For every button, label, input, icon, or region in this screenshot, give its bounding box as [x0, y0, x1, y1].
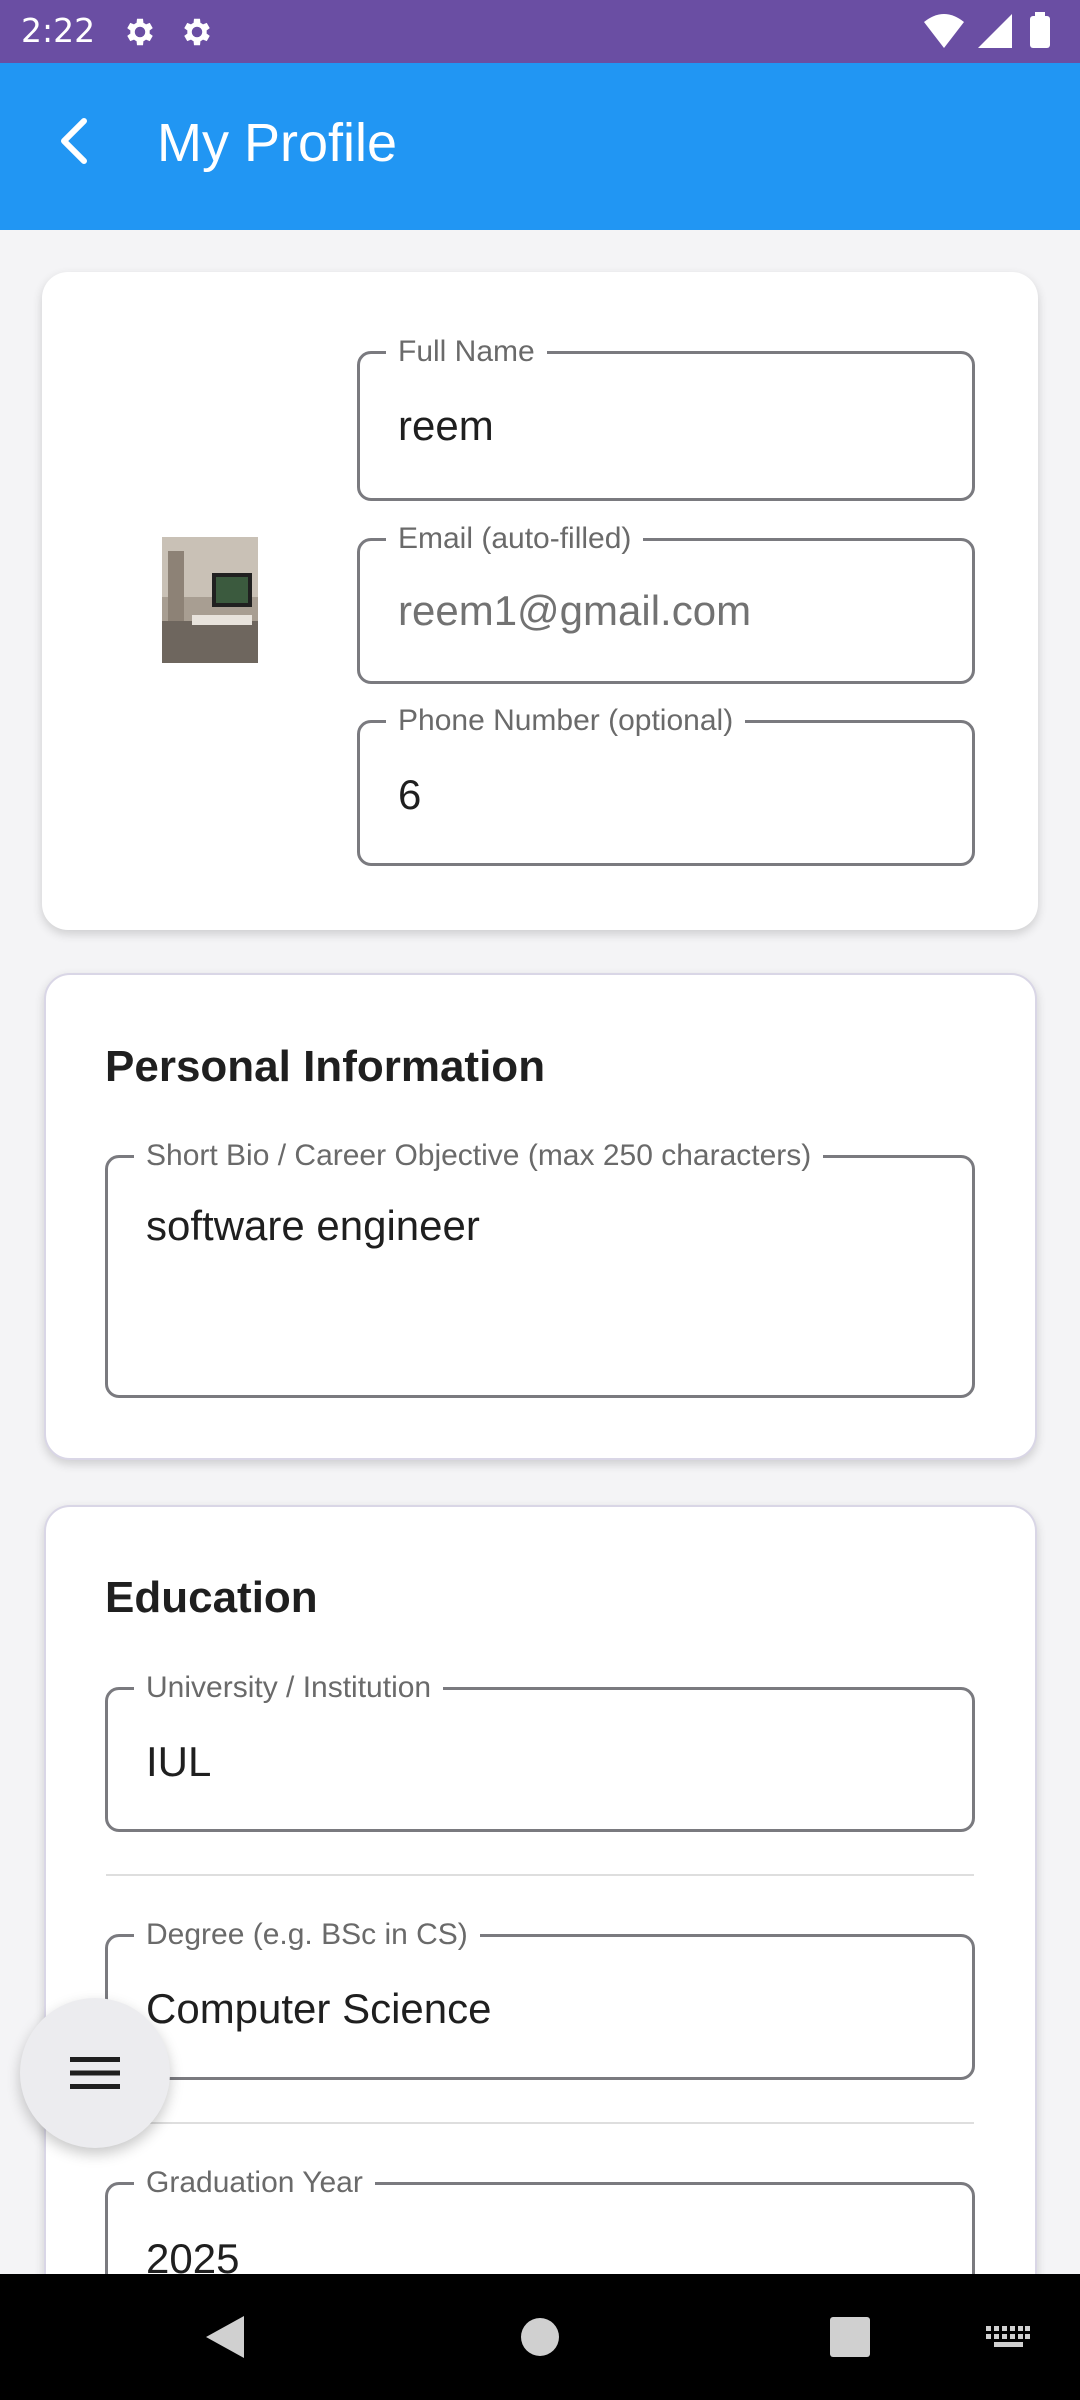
status-indicators: [924, 12, 1050, 48]
phone-label: Phone Number (optional): [386, 703, 746, 739]
page-title: My Profile: [157, 113, 398, 173]
degree-value: Computer Science: [146, 1985, 492, 2032]
full-name-label: Full Name: [386, 334, 547, 370]
email-field: Email (auto-filled) reem1@gmail.com: [357, 521, 975, 684]
signal-icon: [978, 14, 1012, 48]
bio-field[interactable]: Short Bio / Career Objective (max 250 ch…: [105, 1138, 975, 1398]
email-value: reem1@gmail.com: [398, 587, 752, 634]
keyboard-icon[interactable]: [986, 2326, 1030, 2348]
phone-field[interactable]: Phone Number (optional) 6: [357, 703, 975, 866]
home-circle-icon[interactable]: [520, 2317, 560, 2357]
bio-value: software engineer: [146, 1202, 480, 1249]
menu-fab-button[interactable]: [20, 1998, 170, 2148]
graduation-year-label: Graduation Year: [134, 2165, 375, 2201]
divider: [106, 2122, 974, 2124]
system-navigation-bar: [0, 2274, 1080, 2400]
bio-label: Short Bio / Career Objective (max 250 ch…: [134, 1138, 824, 1174]
back-button[interactable]: [44, 101, 104, 181]
settings-icon: [127, 18, 153, 46]
recents-square-icon[interactable]: [830, 2317, 870, 2357]
university-label: University / Institution: [134, 1670, 444, 1706]
chevron-left-icon: [61, 118, 87, 164]
personal-information-title: Personal Information: [105, 1042, 546, 1091]
app-bar: My Profile: [0, 63, 1080, 230]
divider: [106, 1874, 974, 1876]
battery-icon: [1030, 16, 1050, 48]
wifi-icon: [924, 14, 964, 48]
profile-photo: [162, 537, 258, 663]
back-triangle-icon[interactable]: [204, 2314, 246, 2360]
education-title: Education: [105, 1573, 318, 1622]
degree-label: Degree (e.g. BSc in CS): [134, 1917, 480, 1953]
phone-value: 6: [398, 771, 422, 818]
university-value: IUL: [146, 1738, 212, 1785]
status-time: 2:22: [21, 11, 96, 50]
full-name-field[interactable]: Full Name reem: [357, 334, 975, 501]
status-bar: 2:22: [0, 0, 1080, 63]
avatar[interactable]: [162, 537, 258, 663]
email-label: Email (auto-filled): [386, 521, 644, 557]
full-name-value: reem: [398, 402, 494, 449]
settings-icon: [184, 18, 210, 46]
university-field[interactable]: University / Institution IUL: [105, 1670, 975, 1832]
menu-icon: [70, 2057, 120, 2089]
degree-field[interactable]: Degree (e.g. BSc in CS) Computer Science: [105, 1917, 975, 2080]
